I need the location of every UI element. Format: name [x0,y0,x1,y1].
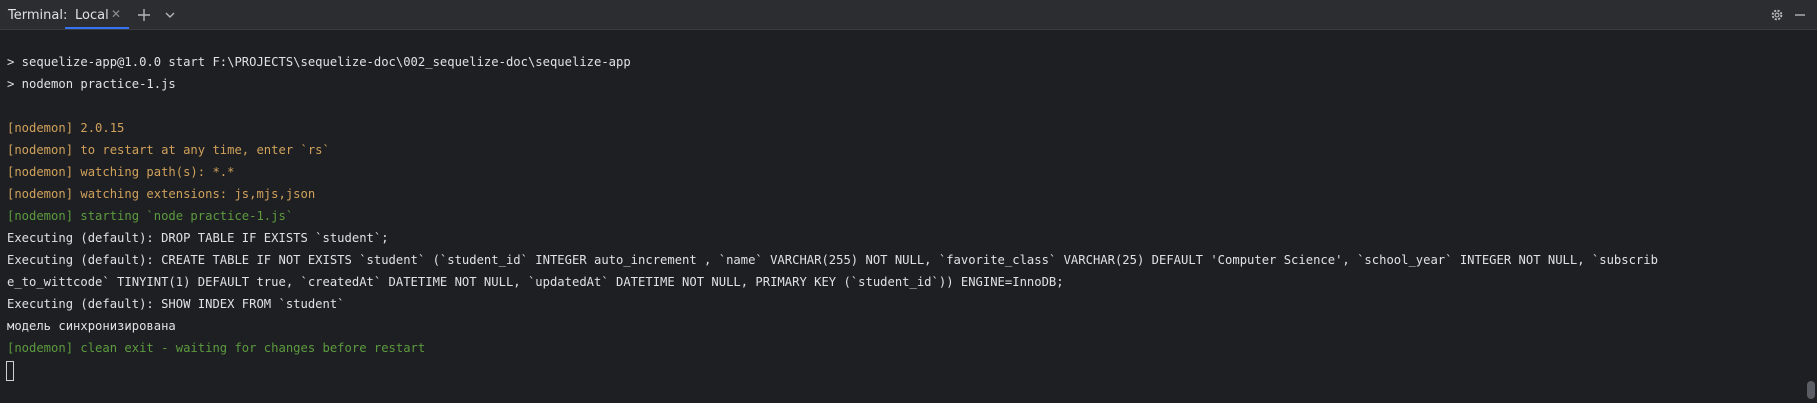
add-icon[interactable] [135,6,153,24]
gear-icon[interactable] [1768,6,1786,24]
toolwindow-title: Terminal: [8,8,68,23]
terminal-line: [nodemon] to restart at any time, enter … [7,143,330,157]
terminal-line: > sequelize-app@1.0.0 start F:\PROJECTS\… [7,55,631,69]
close-icon[interactable]: ✕ [111,7,121,21]
terminal-line: модель синхронизирована [7,319,176,333]
terminal-line: e_to_wittcode` TINYINT(1) DEFAULT true, … [7,275,1064,289]
terminal-line: Executing (default): SHOW INDEX FROM `st… [7,297,345,311]
terminal-line: [nodemon] watching extensions: js,mjs,js… [7,187,316,201]
terminal-line: Executing (default): DROP TABLE IF EXIST… [7,231,389,245]
terminal-line: Executing (default): CREATE TABLE IF NOT… [7,253,1658,267]
terminal-line: [nodemon] starting `node practice-1.js` [7,209,294,223]
tab-label: Local [75,8,109,23]
minimize-icon[interactable] [1791,6,1809,24]
tab-local[interactable]: Local ✕ [65,0,129,29]
terminal-line: > nodemon practice-1.js [7,77,176,91]
terminal-toolwindow-header: Terminal: Local ✕ [0,0,1817,30]
chevron-down-icon[interactable] [161,6,179,24]
terminal-line: [nodemon] 2.0.15 [7,121,125,135]
terminal-output[interactable]: > sequelize-app@1.0.0 start F:\PROJECTS\… [0,31,1817,403]
terminal-cursor [6,361,14,381]
terminal-line: [nodemon] clean exit - waiting for chang… [7,341,426,355]
scrollbar-thumb[interactable] [1807,381,1815,399]
terminal-line: [nodemon] watching path(s): *.* [7,165,235,179]
